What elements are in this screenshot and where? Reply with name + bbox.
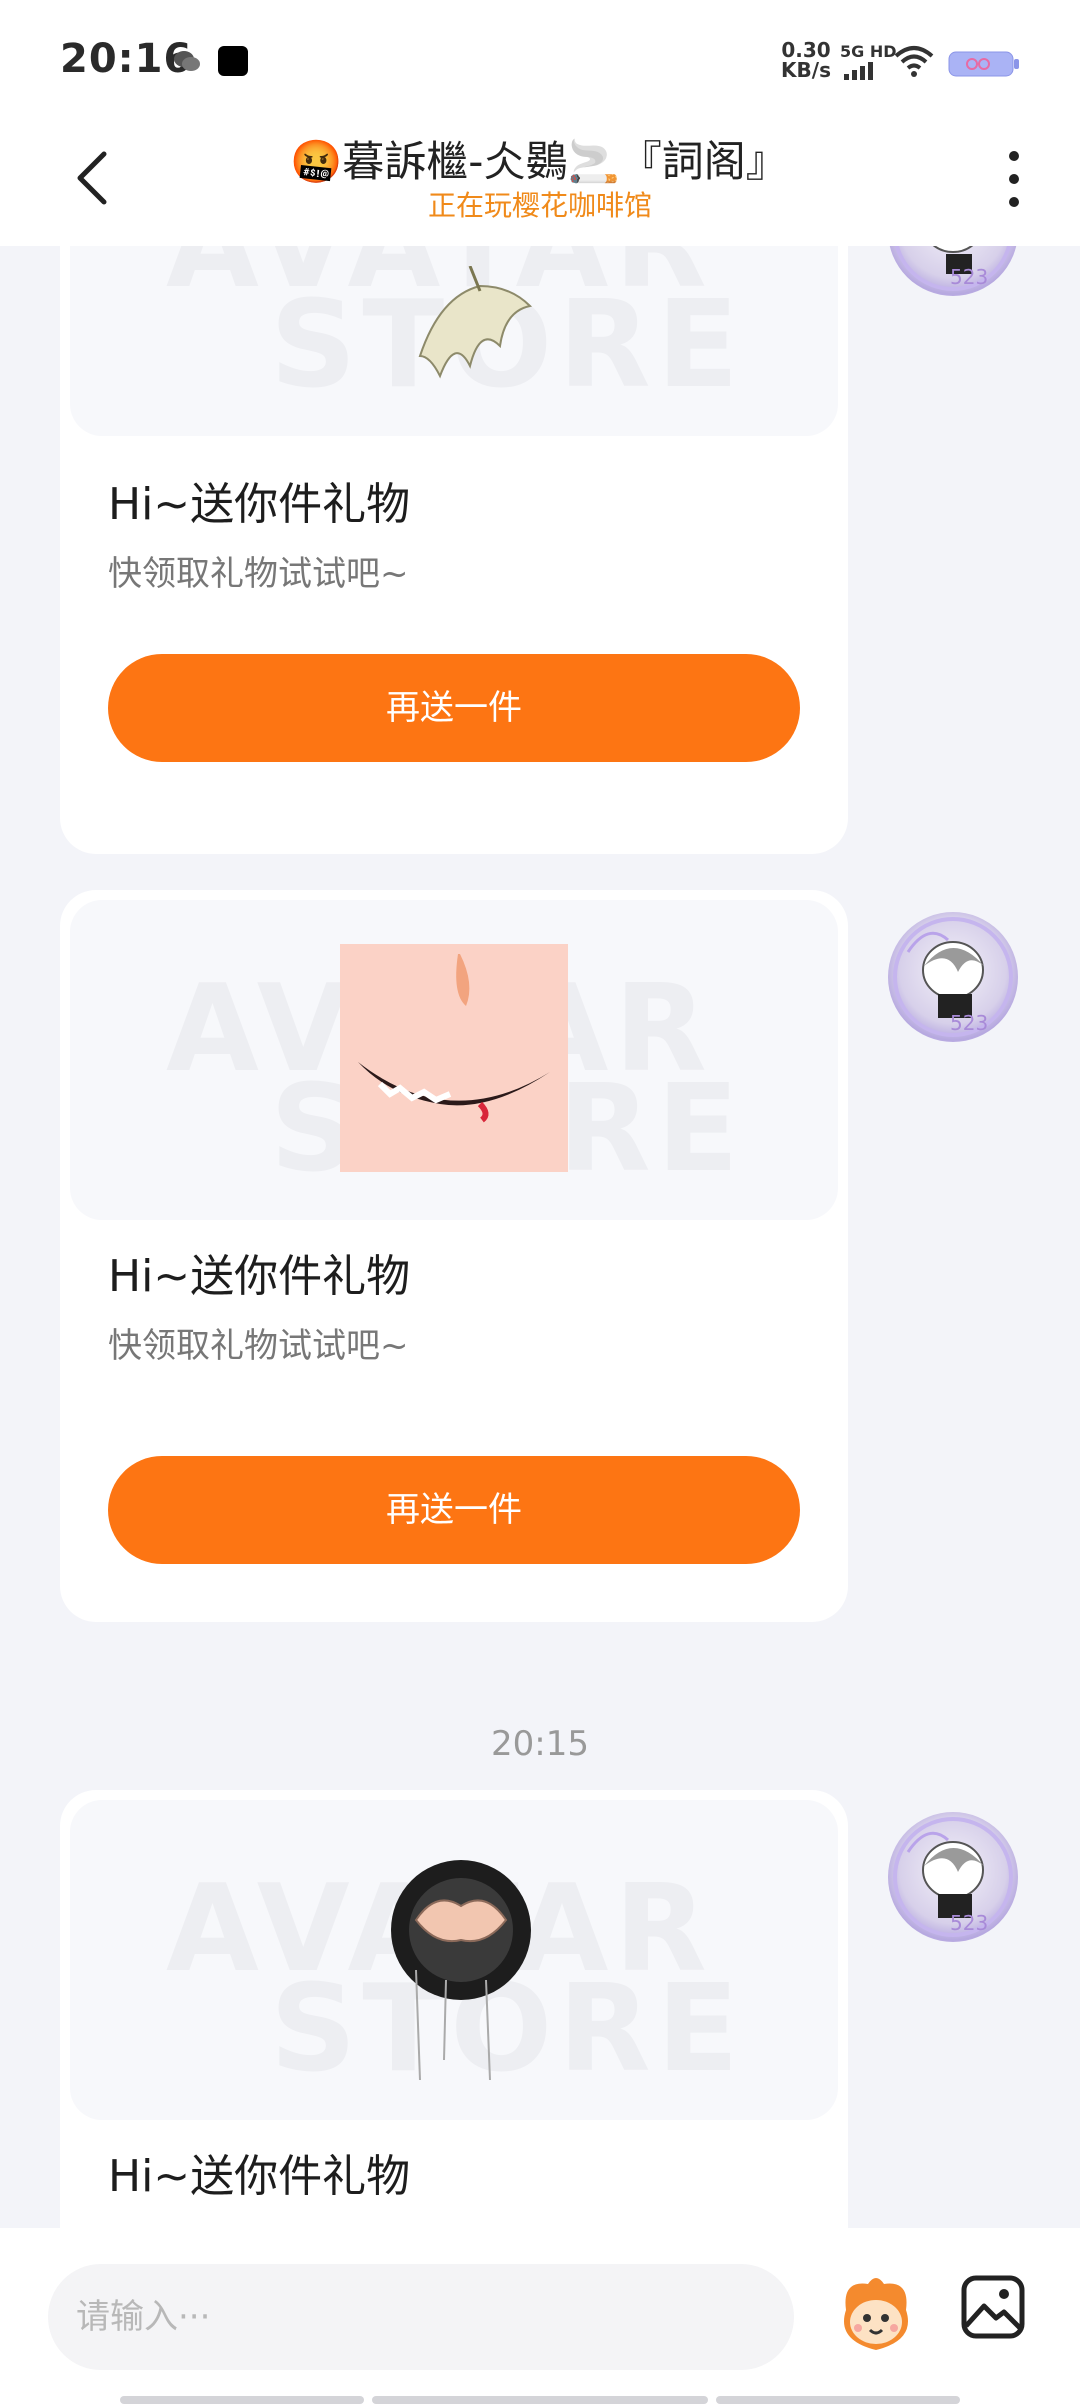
gift-preview[interactable]: AVATAR STORE <box>70 1800 838 2120</box>
contact-name: 🤬暮訴檵-仌鷃🚬『詞阁』 <box>290 137 788 186</box>
contact-status: 正在玩樱花咖啡馆 <box>427 189 652 222</box>
gift-preview[interactable]: AVATAR STORE <box>70 900 838 1220</box>
svg-text:523: 523 <box>950 265 988 289</box>
sender-avatar[interactable]: 523 <box>888 1812 1018 1942</box>
wechat-icon <box>174 51 200 71</box>
gift-preview[interactable]: AVATAR STORE <box>70 246 838 436</box>
sender-avatar[interactable]: 523 <box>888 912 1018 1042</box>
gift-title: Hi~送你件礼物 <box>108 1251 411 1302</box>
chat-screen: 20:16 0.30 KB/s 5G HD 🤬暮訴檵-仌鷃🚬『詞阁』 正在玩樱花… <box>0 0 1080 2408</box>
svg-text:523: 523 <box>950 1011 988 1035</box>
battery-icon <box>948 51 1019 77</box>
nav-gesture-bar <box>372 2396 708 2404</box>
message-input[interactable] <box>48 2264 794 2370</box>
gift-message-card[interactable]: AVATAR STORE Hi~送你件礼物 <box>60 1790 848 2228</box>
gift-title: Hi~送你件礼物 <box>108 2151 411 2202</box>
net-speed: 0.30 KB/s <box>781 38 831 82</box>
nav-gesture-bar <box>120 2396 364 2404</box>
gift-item-hair <box>418 266 533 379</box>
send-another-button[interactable]: 再送一件 <box>108 1456 800 1564</box>
wifi-icon <box>894 46 934 77</box>
input-bar <box>0 2228 1080 2408</box>
nav-gesture-bar <box>716 2396 960 2404</box>
signal-icon <box>844 62 873 80</box>
status-bar: 20:16 0.30 KB/s 5G HD <box>0 0 1080 120</box>
gift-description: 快领取礼物试试吧~ <box>108 554 409 594</box>
gift-title: Hi~送你件礼物 <box>108 479 411 530</box>
send-another-button[interactable]: 再送一件 <box>108 654 800 762</box>
message-timestamp: 20:15 <box>491 1724 589 1764</box>
app-notification-icon <box>218 46 248 76</box>
gift-message-card[interactable]: AVATAR STORE Hi~送你件礼物 快领取礼物试试吧~ 再送一件 <box>60 890 848 1622</box>
gift-item-hand <box>391 1860 531 2081</box>
message-list[interactable]: 523 AVATAR STORE Hi~送你件礼物 快领取礼物试试吧~ 再送一件 <box>0 246 1080 2228</box>
gift-message-card[interactable]: AVATAR STORE Hi~送你件礼物 快领取礼物试试吧~ 再送一件 <box>60 246 848 854</box>
chat-header: 🤬暮訴檵-仌鷃🚬『詞阁』 正在玩樱花咖啡馆 <box>0 120 1080 246</box>
gift-item-mouth <box>340 944 568 1172</box>
gift-description: 快领取礼物试试吧~ <box>108 1326 409 1366</box>
more-options-icon[interactable] <box>996 144 1032 214</box>
sender-avatar[interactable]: 523 <box>888 246 1018 296</box>
image-picker-icon[interactable] <box>960 2274 1026 2340</box>
network-type: 5G HD <box>840 42 897 61</box>
svg-text:523: 523 <box>950 1911 988 1935</box>
mascot-emoji-icon[interactable] <box>832 2270 920 2358</box>
